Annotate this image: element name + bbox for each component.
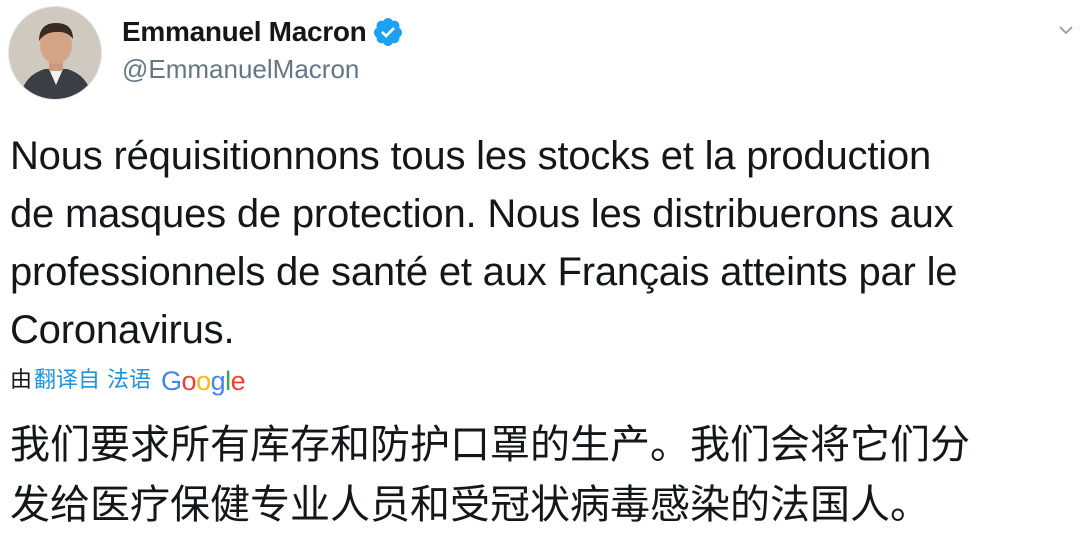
translate-link[interactable]: 翻译自 法语 [34,364,151,398]
translation-attribution: 由 翻译自 法语 Google [10,364,246,398]
translated-text-line: 我们要求所有库存和防护口罩的生产。我们会将它们分 [10,422,970,468]
google-logo-letter: o [181,366,197,396]
avatar[interactable] [8,6,102,100]
author-name-row: Emmanuel Macron [122,14,404,50]
google-logo-letter: e [230,366,246,396]
google-logo: Google [161,364,246,398]
translation-prefix: 由 [10,368,33,393]
google-logo-letter: o [196,366,211,396]
tweet-text-line: professionnels de santé et aux Français … [10,250,958,294]
tweet-text-line: de masques de protection. Nous les distr… [10,192,954,236]
tweet-text-line: Nous réquisitionnons tous les stocks et … [10,134,932,178]
google-logo-letter: G [161,366,182,396]
author-handle[interactable]: @EmmanuelMacron [122,52,359,86]
profile-photo-icon [9,7,101,99]
author-display-name[interactable]: Emmanuel Macron [122,14,367,50]
tweet-text-line: Coronavirus. [10,308,235,352]
translated-tweet-text: 我们要求所有库存和防护口罩的生产。我们会将它们分 发给医疗保健专业人员和受冠状病… [10,415,1070,535]
chevron-down-icon[interactable] [1058,22,1074,38]
verified-badge-icon [372,16,404,48]
tweet-text: Nous réquisitionnons tous les stocks et … [10,127,1070,359]
translated-text-line: 发给医疗保健专业人员和受冠状病毒感染的法国人。 [10,482,930,528]
google-logo-letter: g [210,366,226,396]
